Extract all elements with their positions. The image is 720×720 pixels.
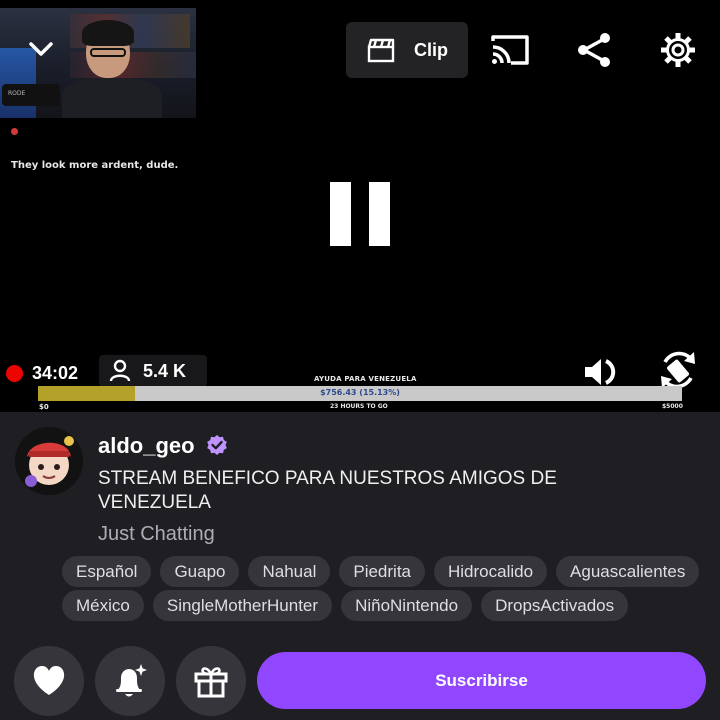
tag-chip[interactable]: Nahual [248,556,331,587]
collapse-player-button[interactable] [26,36,56,62]
tag-chip[interactable]: SingleMotherHunter [152,590,333,621]
gear-icon [661,33,695,67]
channel-info-panel: aldo_geo STREAM BENEFICO PARA NUESTROS A… [0,412,720,720]
stream-title: STREAM BENEFICO PARA NUESTROS AMIGOS DE … [98,468,557,513]
tag-row: Español Guapo Nahual Piedrita Hidrocalido Agu… [62,556,706,587]
tag-chip[interactable]: DropsActivados [481,590,629,621]
chat-overlay-message: They look more ardent, dude. [11,160,179,171]
pause-icon [330,182,351,246]
share-icon [578,33,610,67]
avatar-image [15,427,83,495]
tag-chip[interactable]: México [62,590,144,621]
donation-time-left: 23 HOURS TO GO [330,403,388,410]
notifications-button[interactable] [95,646,165,716]
category-link[interactable]: Just Chatting [98,523,215,546]
gift-icon [194,667,228,698]
donation-progress-bar: $756.43 (15.13%) [38,386,682,401]
follow-button[interactable] [14,646,84,716]
tag-list: Español Guapo Nahual Piedrita Hidrocalido Agu… [62,556,706,624]
streamer-glasses [90,48,126,57]
live-dot-icon [6,364,23,382]
donation-max-label: $5000 [662,403,683,410]
tag-chip[interactable]: Guapo [160,556,240,587]
subscribe-button[interactable]: Suscribirse [257,652,706,709]
pause-button[interactable] [322,172,398,258]
tag-chip[interactable]: Piedrita [339,556,425,587]
donation-min-label: $0 [39,403,49,411]
heart-icon [33,666,65,695]
channel-name[interactable]: aldo_geo [98,433,195,459]
live-indicator: 34:02 [6,358,78,388]
cast-icon [491,35,529,65]
clip-button[interactable]: Clip [346,22,468,78]
streamer-body [62,78,162,118]
gift-sub-button[interactable] [176,646,246,716]
avatar[interactable] [15,427,83,495]
cast-button[interactable] [488,28,532,72]
clip-label: Clip [414,39,448,60]
streamer-hair [82,20,134,46]
live-time: 34:02 [32,362,79,383]
verified-badge-icon [207,435,227,455]
tag-row: México SingleMotherHunter NiñoNintendo Drop… [62,590,706,621]
viewer-count-badge: 5.4 K [99,355,207,387]
tag-chip[interactable]: Aguascalientes [556,556,700,587]
microphone-label: RODE [8,90,26,97]
tag-chip[interactable]: Hidrocalido [434,556,548,587]
clapperboard-icon [367,38,395,63]
share-button[interactable] [572,28,616,72]
viewer-count: 5.4 K [143,360,187,381]
tag-chip[interactable]: NiñoNintendo [341,590,473,621]
chat-user-badge [11,128,18,135]
pause-icon-bar [369,182,390,246]
bell-sparkle-icon [116,664,147,697]
video-player[interactable]: RODE They look more ardent, dude. Clip 3… [0,0,720,412]
chevron-down-icon [29,42,53,56]
donation-goal-title: AYUDA PARA VENEZUELA [314,375,417,383]
person-icon [109,359,131,382]
settings-button[interactable] [656,28,700,72]
tag-chip[interactable]: Español [62,556,152,587]
webcam-feed: RODE [0,8,196,118]
donation-amount: $756.43 (15.13%) [320,388,400,397]
